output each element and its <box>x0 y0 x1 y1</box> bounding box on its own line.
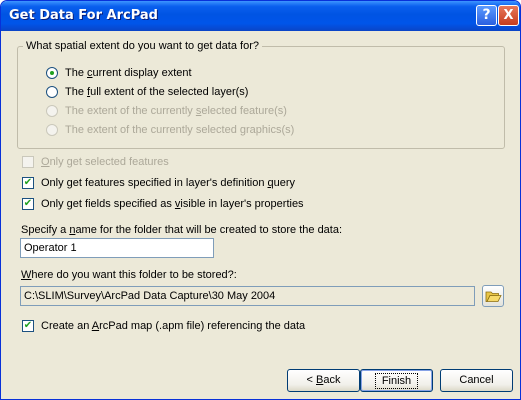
label-part: Only get features specified in layer's d… <box>41 177 268 189</box>
checkbox-definition-query[interactable]: ✔ Only get features specified in layer's… <box>22 177 295 189</box>
label-part: nly get selected features <box>49 156 169 168</box>
access-key: O <box>41 156 50 168</box>
radio-current-display-extent[interactable]: The current display extent <box>46 67 192 79</box>
checkbox-create-arcpad-map[interactable]: ✔ Create an ArcPad map (.apm file) refer… <box>22 320 305 332</box>
folder-open-icon <box>485 291 502 302</box>
radio-full-extent-selected-layers[interactable]: The full extent of the selected layer(s) <box>46 86 248 98</box>
close-button[interactable]: X <box>498 5 519 26</box>
checkbox-label: Create an ArcPad map (.apm file) referen… <box>41 320 305 332</box>
label-part: raphics(s) <box>246 124 295 136</box>
label-part: Only get fields specified as <box>41 198 175 210</box>
label-part: Create an <box>41 320 92 332</box>
finish-button[interactable]: Finish <box>360 369 433 392</box>
label-part: < <box>306 374 316 386</box>
radio-label: The full extent of the selected layer(s) <box>65 86 248 98</box>
label-part: The extent of the currently <box>65 105 196 117</box>
folder-location-field[interactable]: C:\SLIM\Survey\ArcPad Data Capture\30 Ma… <box>20 286 475 306</box>
folder-name-input[interactable]: Operator 1 <box>20 238 214 258</box>
radio-button-icon[interactable] <box>46 67 58 79</box>
checkmark-icon[interactable]: ✔ <box>22 177 34 189</box>
radio-selected-features-extent: The extent of the currently selected fea… <box>46 105 287 117</box>
help-button[interactable]: ? <box>476 5 497 26</box>
radio-button-icon[interactable] <box>46 86 58 98</box>
checkbox-label: Only get selected features <box>41 156 169 168</box>
label-part: The <box>65 86 88 98</box>
label-part: ame for the folder that will be created … <box>75 224 343 236</box>
title-bar[interactable]: Get Data For ArcPad ? X <box>1 1 520 31</box>
radio-label: The current display extent <box>65 67 192 79</box>
label-part: The <box>65 67 88 79</box>
browse-folder-button[interactable] <box>482 285 504 307</box>
checkbox-visible-fields[interactable]: ✔ Only get fields specified as visible i… <box>22 198 304 210</box>
radio-selected-graphics-extent: The extent of the currently selected gra… <box>46 124 294 136</box>
access-key: A <box>91 320 100 332</box>
checkbox-label: Only get features specified in layer's d… <box>41 177 295 189</box>
checkbox-icon <box>22 156 34 168</box>
checkbox-only-selected-features: Only get selected features <box>22 156 169 168</box>
dialog-window: Get Data For ArcPad ? X What spatial ext… <box>0 0 521 400</box>
radio-label: The extent of the currently selected fea… <box>65 105 287 117</box>
label-part: rcPad map (.apm file) referencing the da… <box>99 320 306 332</box>
radio-button-icon <box>46 105 58 117</box>
spatial-extent-legend: What spatial extent do you want to get d… <box>23 40 262 52</box>
label-part: ack <box>323 374 341 386</box>
radio-button-icon <box>46 124 58 136</box>
folder-location-label: Where do you want this folder to be stor… <box>21 269 237 281</box>
window-title: Get Data For ArcPad <box>9 8 158 23</box>
checkmark-icon[interactable]: ✔ <box>22 198 34 210</box>
cancel-button[interactable]: Cancel <box>440 369 513 392</box>
label-part: Specify a <box>21 224 70 236</box>
radio-label: The extent of the currently selected gra… <box>65 124 294 136</box>
back-button[interactable]: < Back <box>287 369 360 392</box>
checkbox-label: Only get fields specified as visible in … <box>41 198 304 210</box>
label-part: urrent display extent <box>92 67 192 79</box>
folder-name-label: Specify a name for the folder that will … <box>21 224 342 236</box>
label-part: here do you want this folder to be store… <box>31 269 237 281</box>
checkmark-icon[interactable]: ✔ <box>22 320 34 332</box>
label-part: The extent of the currently selected <box>65 124 240 136</box>
label-part: isible in layer's properties <box>180 198 304 210</box>
button-label: Finish <box>374 373 419 389</box>
label-part: ull extent of the selected layer(s) <box>90 86 249 98</box>
label-part: uery <box>273 177 296 189</box>
label-part: elected feature(s) <box>201 105 287 117</box>
access-key: W <box>21 269 32 281</box>
